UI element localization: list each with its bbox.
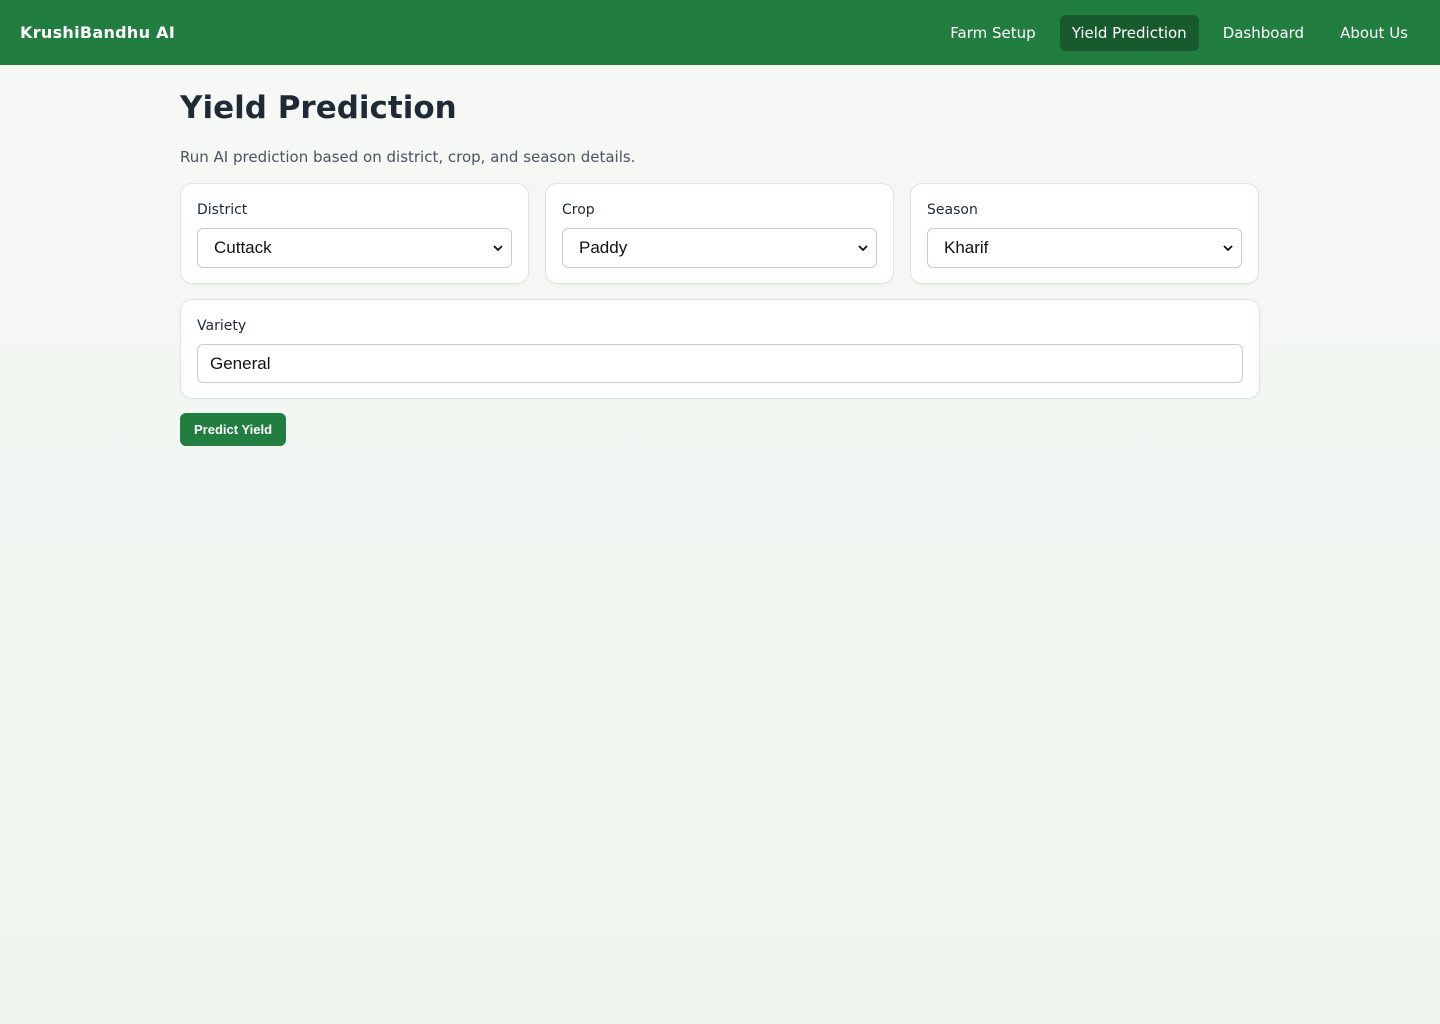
district-select[interactable]: Cuttack: [197, 228, 512, 268]
nav-item-about-us[interactable]: About Us: [1328, 15, 1420, 51]
select-row: District Cuttack Crop Paddy Season Khari…: [180, 183, 1260, 284]
variety-input[interactable]: [197, 344, 1243, 383]
district-card: District Cuttack: [180, 183, 529, 284]
page-title: Yield Prediction: [180, 90, 457, 126]
nav-item-yield-prediction[interactable]: Yield Prediction: [1059, 14, 1199, 51]
top-navbar: KrushiBandhu AI Farm Setup Yield Predict…: [0, 0, 1440, 65]
nav-item-farm-setup[interactable]: Farm Setup: [938, 15, 1047, 51]
crop-card: Crop Paddy: [545, 183, 894, 284]
nav-links: Farm Setup Yield Prediction Dashboard Ab…: [932, 14, 1420, 51]
chevron-down-icon: [493, 243, 503, 253]
crop-label: Crop: [562, 202, 595, 218]
variety-label: Variety: [197, 318, 247, 334]
district-label: District: [197, 202, 248, 218]
crop-select[interactable]: Paddy: [562, 228, 877, 268]
main-content: Yield Prediction Run AI prediction based…: [180, 65, 1260, 446]
chevron-down-icon: [858, 243, 868, 253]
season-label: Season: [927, 202, 978, 218]
predict-yield-button[interactable]: Predict Yield: [180, 413, 287, 446]
variety-card: Variety: [180, 299, 1260, 399]
page-subtitle: Run AI prediction based on district, cro…: [180, 148, 636, 166]
district-select-value: Cuttack: [214, 238, 272, 257]
chevron-down-icon: [1223, 243, 1233, 253]
season-select-value: Kharif: [944, 238, 989, 257]
brand-logo[interactable]: KrushiBandhu AI: [20, 23, 175, 42]
season-select[interactable]: Kharif: [927, 228, 1242, 268]
season-card: Season Kharif: [910, 183, 1259, 284]
nav-item-dashboard[interactable]: Dashboard: [1211, 15, 1316, 51]
crop-select-value: Paddy: [579, 238, 628, 257]
